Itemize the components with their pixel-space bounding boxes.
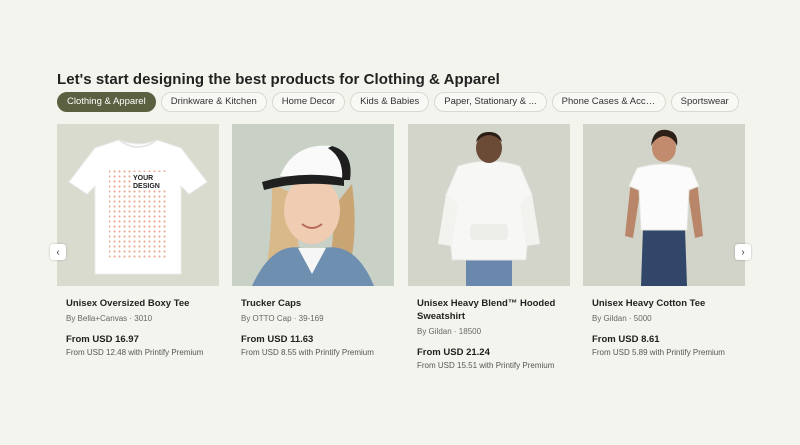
tab-drinkware-kitchen[interactable]: Drinkware & Kitchen [160,92,267,112]
product-premium-price: From USD 12.48 with Printify Premium [66,348,204,357]
tab-kids-babies[interactable]: Kids & Babies [350,92,430,112]
product-image[interactable] [408,124,570,286]
product-title[interactable]: Unisex Heavy Cotton Tee [583,297,745,310]
boxy-tee-image: YOUR DESIGN [57,124,219,286]
svg-text:YOUR: YOUR [133,175,153,182]
hoodie-image [408,124,570,286]
svg-text:DESIGN: DESIGN [133,183,160,190]
category-tabs: Clothing & Apparel Drinkware & Kitchen H… [57,92,739,112]
chevron-left-icon: ‹ [56,246,60,258]
product-premium-price: From USD 5.89 with Printify Premium [592,348,725,357]
carousel-prev-button[interactable]: ‹ [50,244,66,260]
product-price: From USD 16.97 [66,334,139,345]
product-card[interactable]: Unisex Heavy Cotton Tee By Gildan · 5000… [583,124,745,357]
product-premium-price: From USD 15.51 with Printify Premium [417,361,555,370]
tab-home-decor[interactable]: Home Decor [271,92,346,112]
product-card[interactable]: Unisex Heavy Blend™ Hooded Sweatshirt By… [408,124,570,370]
product-premium-price: From USD 8.55 with Printify Premium [241,348,374,357]
product-title[interactable]: Unisex Oversized Boxy Tee [57,297,219,310]
product-card[interactable]: YOUR DESIGN Unisex Oversized Boxy Tee By… [57,124,219,357]
product-brand: By Gildan · 18500 [417,327,482,336]
product-carousel: YOUR DESIGN Unisex Oversized Boxy Tee By… [57,124,757,384]
tab-paper-stationary[interactable]: Paper, Stationary & ... [434,92,547,112]
carousel-next-button[interactable]: › [735,244,751,260]
tab-clothing-apparel[interactable]: Clothing & Apparel [57,92,156,112]
product-title[interactable]: Unisex Heavy Blend™ Hooded Sweatshirt [408,297,570,323]
product-price: From USD 21.24 [417,347,490,358]
tab-sportswear[interactable]: Sportswear [670,92,739,112]
tab-phone-cases[interactable]: Phone Cases & Acce... [551,92,666,112]
chevron-right-icon: › [741,246,745,258]
trucker-cap-image [232,124,394,286]
product-brand: By Gildan · 5000 [592,314,652,323]
product-price: From USD 11.63 [241,334,314,345]
product-image[interactable] [232,124,394,286]
product-price: From USD 8.61 [592,334,660,345]
product-card[interactable]: Trucker Caps By OTTO Cap · 39-169 From U… [232,124,394,357]
cotton-tee-image [583,124,745,286]
product-brand: By OTTO Cap · 39-169 [241,314,324,323]
product-image[interactable]: YOUR DESIGN [57,124,219,286]
product-brand: By Bella+Canvas · 3010 [66,314,153,323]
product-title[interactable]: Trucker Caps [232,297,394,310]
section-heading: Let's start designing the best products … [57,71,500,88]
product-image[interactable] [583,124,745,286]
